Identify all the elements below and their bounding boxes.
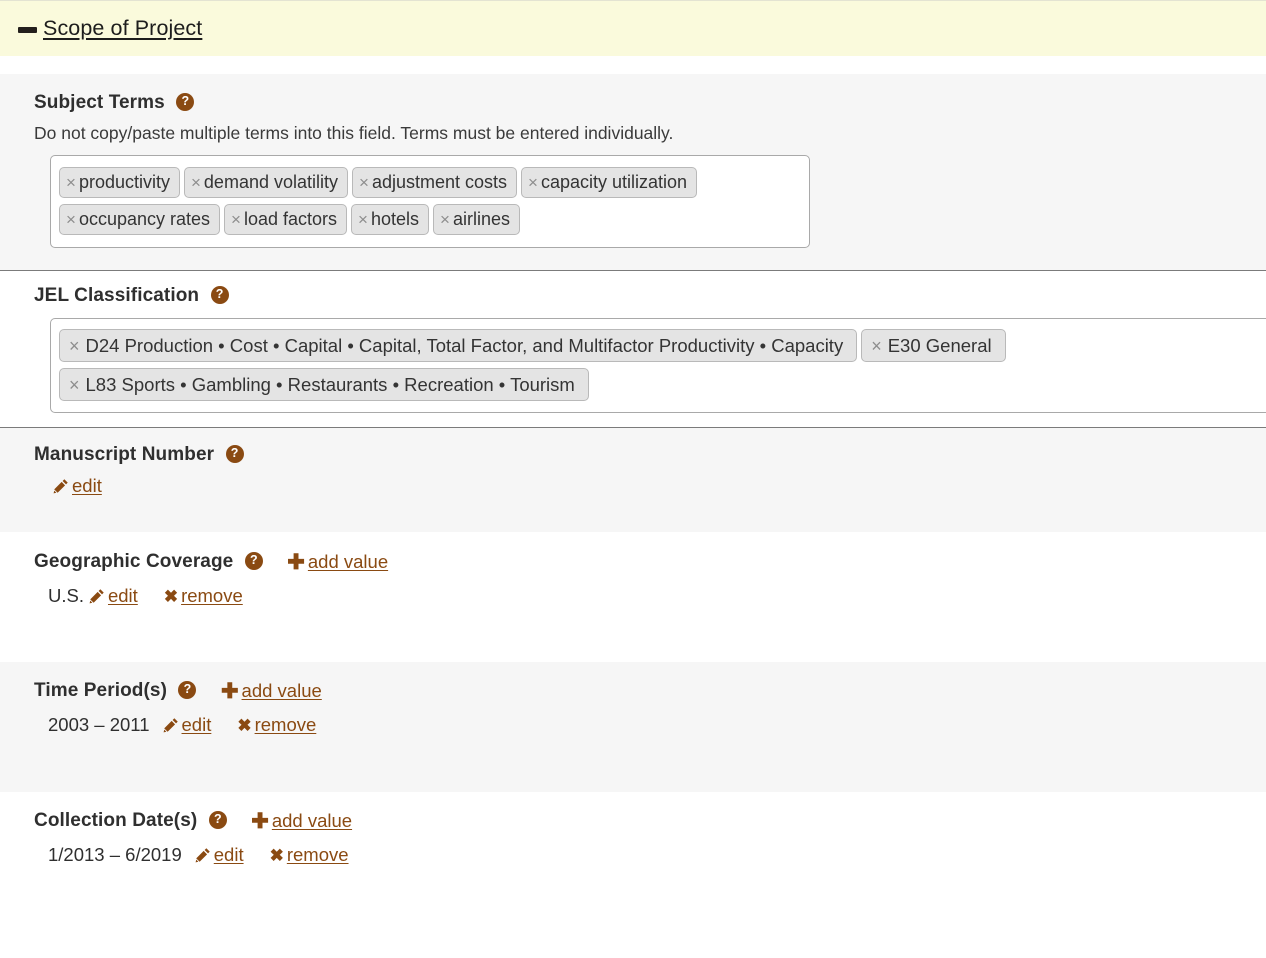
token[interactable]: ×productivity <box>59 167 180 198</box>
field-row-geographic-coverage: Geographic Coverage ? ✚ add value U.S. e… <box>0 532 1266 662</box>
subject-terms-label: Subject Terms <box>34 92 165 114</box>
time-periods-add-value-link[interactable]: ✚ add value <box>221 680 322 702</box>
token-remove-icon[interactable]: × <box>60 376 86 394</box>
subject-terms-hint: Do not copy/paste multiple terms into th… <box>34 123 1266 144</box>
minus-icon[interactable] <box>18 27 37 33</box>
time-periods-value-row: 2003 – 2011 edit ✖ remove <box>48 714 1266 736</box>
collection-dates-remove-link[interactable]: ✖ remove <box>270 844 349 866</box>
field-row-jel-classification: JEL Classification ? ×D24 Production • C… <box>0 270 1266 428</box>
token[interactable]: ×hotels <box>351 204 429 235</box>
geographic-coverage-remove-link[interactable]: ✖ remove <box>164 585 243 607</box>
token[interactable]: ×demand volatility <box>184 167 348 198</box>
token-label: productivity <box>79 172 179 193</box>
token-label: D24 Production • Cost • Capital • Capita… <box>86 335 857 357</box>
token-label: hotels <box>371 209 428 230</box>
remove-icon: ✖ <box>237 717 251 734</box>
token-label: load factors <box>244 209 346 230</box>
collection-dates-add-value-link[interactable]: ✚ add value <box>251 810 352 832</box>
subject-terms-token-box[interactable]: ×productivity×demand volatility×adjustme… <box>50 155 810 248</box>
pencil-icon <box>88 588 105 605</box>
token-label: L83 Sports • Gambling • Restaurants • Re… <box>86 374 588 396</box>
help-icon[interactable]: ? <box>211 286 229 304</box>
token[interactable]: ×L83 Sports • Gambling • Restaurants • R… <box>59 368 589 401</box>
token-remove-icon[interactable]: × <box>60 211 79 228</box>
remove-label: remove <box>287 844 349 866</box>
help-icon[interactable]: ? <box>226 445 244 463</box>
time-periods-label: Time Period(s) <box>34 680 167 702</box>
token[interactable]: ×airlines <box>433 204 520 235</box>
scope-of-project-toggle[interactable]: Scope of Project <box>18 16 202 41</box>
time-periods-edit-link[interactable]: edit <box>162 714 212 736</box>
token-label: airlines <box>453 209 519 230</box>
field-row-collection-dates: Collection Date(s) ? ✚ add value 1/2013 … <box>0 792 1266 920</box>
token[interactable]: ×adjustment costs <box>352 167 517 198</box>
token[interactable]: ×E30 General <box>861 329 1005 362</box>
help-icon[interactable]: ? <box>209 811 227 829</box>
token-remove-icon[interactable]: × <box>60 337 86 355</box>
collection-dates-label: Collection Date(s) <box>34 810 197 832</box>
collection-dates-value: 1/2013 – 6/2019 <box>48 844 182 866</box>
token-label: occupancy rates <box>79 209 219 230</box>
token-label: demand volatility <box>204 172 347 193</box>
collection-dates-value-row: 1/2013 – 6/2019 edit ✖ remove <box>48 844 1266 866</box>
token-remove-icon[interactable]: × <box>434 211 453 228</box>
token-remove-icon[interactable]: × <box>522 174 541 191</box>
token-remove-icon[interactable]: × <box>353 174 372 191</box>
add-value-label: add value <box>242 680 322 702</box>
scope-of-project-title[interactable]: Scope of Project <box>43 16 202 41</box>
jel-classification-token-box[interactable]: ×D24 Production • Cost • Capital • Capit… <box>50 318 1266 413</box>
remove-label: remove <box>255 714 317 736</box>
jel-classification-label: JEL Classification <box>34 285 199 307</box>
pencil-icon <box>162 717 179 734</box>
token-label: capacity utilization <box>541 172 696 193</box>
edit-label: edit <box>72 475 102 497</box>
token[interactable]: ×load factors <box>224 204 347 235</box>
help-icon[interactable]: ? <box>178 681 196 699</box>
token-label: E30 General <box>888 335 1005 357</box>
token-remove-icon[interactable]: × <box>60 174 79 191</box>
plus-icon: ✚ <box>251 811 269 832</box>
geographic-coverage-label: Geographic Coverage <box>34 551 233 573</box>
token-remove-icon[interactable]: × <box>185 174 204 191</box>
add-value-label: add value <box>308 551 388 573</box>
time-periods-remove-link[interactable]: ✖ remove <box>237 714 316 736</box>
geographic-coverage-add-value-link[interactable]: ✚ add value <box>287 551 388 573</box>
help-icon[interactable]: ? <box>176 93 194 111</box>
token-label: adjustment costs <box>372 172 516 193</box>
plus-icon: ✚ <box>287 552 305 573</box>
geographic-coverage-value: U.S. <box>48 585 84 607</box>
token[interactable]: ×D24 Production • Cost • Capital • Capit… <box>59 329 857 362</box>
edit-label: edit <box>214 844 244 866</box>
pencil-icon <box>194 847 211 864</box>
help-icon[interactable]: ? <box>245 552 263 570</box>
remove-icon: ✖ <box>270 847 284 864</box>
field-row-time-periods: Time Period(s) ? ✚ add value 2003 – 2011… <box>0 662 1266 792</box>
geographic-coverage-value-row: U.S. edit ✖ remove <box>48 585 1266 607</box>
manuscript-number-edit-link[interactable]: edit <box>52 475 102 497</box>
token[interactable]: ×capacity utilization <box>521 167 697 198</box>
token[interactable]: ×occupancy rates <box>59 204 220 235</box>
token-remove-icon[interactable]: × <box>862 337 888 355</box>
token-remove-icon[interactable]: × <box>352 211 371 228</box>
time-periods-value: 2003 – 2011 <box>48 714 150 736</box>
edit-label: edit <box>108 585 138 607</box>
collection-dates-edit-link[interactable]: edit <box>194 844 244 866</box>
remove-label: remove <box>181 585 243 607</box>
remove-icon: ✖ <box>164 588 178 605</box>
banner-spacer <box>0 56 1266 74</box>
manuscript-number-label: Manuscript Number <box>34 444 214 466</box>
field-row-manuscript-number: Manuscript Number ? edit <box>0 428 1266 532</box>
plus-icon: ✚ <box>221 681 239 702</box>
pencil-icon <box>52 478 69 495</box>
token-remove-icon[interactable]: × <box>225 211 244 228</box>
scope-of-project-banner: Scope of Project <box>0 0 1266 56</box>
field-row-subject-terms: Subject Terms ? Do not copy/paste multip… <box>0 74 1266 270</box>
edit-label: edit <box>182 714 212 736</box>
add-value-label: add value <box>272 810 352 832</box>
geographic-coverage-edit-link[interactable]: edit <box>88 585 138 607</box>
